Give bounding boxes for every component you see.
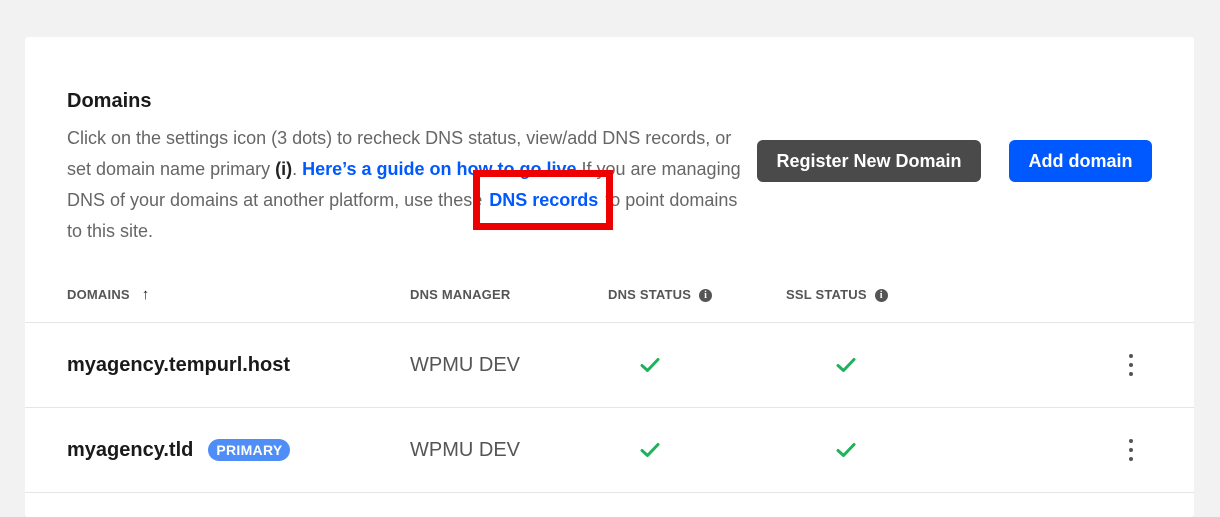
column-header-dns-manager: DNS MANAGER xyxy=(410,285,510,305)
column-header-label: DOMAINS xyxy=(67,287,130,302)
info-marker: (i) xyxy=(275,159,293,179)
column-header-label: SSL STATUS xyxy=(786,287,867,302)
row-menu-cell xyxy=(1125,408,1137,492)
sort-arrow-up-icon[interactable]: ↑ xyxy=(142,285,150,305)
row-menu-cell xyxy=(1125,323,1137,407)
dns-manager-value: WPMU DEV xyxy=(410,353,520,376)
column-header-label: DNS STATUS xyxy=(608,287,692,302)
desc-text: . xyxy=(292,159,303,179)
dns-manager-cell: WPMU DEV xyxy=(410,408,520,492)
domain-cell: myagency.tempurl.host xyxy=(67,323,290,407)
ssl-status-check-icon xyxy=(836,408,856,492)
dns-records-link-label: DNS records xyxy=(487,190,601,210)
column-header-domains[interactable]: DOMAINS ↑ xyxy=(67,285,150,305)
dns-manager-cell: WPMU DEV xyxy=(410,323,520,407)
table-header: DOMAINS ↑ DNS MANAGER DNS STATUS i SSL STA… xyxy=(25,285,1194,323)
divider xyxy=(25,492,1194,493)
more-options-icon[interactable] xyxy=(1125,354,1137,376)
dns-manager-value: WPMU DEV xyxy=(410,438,520,461)
primary-badge: PRIMARY xyxy=(208,439,291,461)
table-row: myagency.tld PRIMARY WPMU DEV xyxy=(25,408,1194,492)
ssl-status-check-icon xyxy=(836,323,856,407)
add-domain-button[interactable]: Add domain xyxy=(1009,140,1152,182)
column-header-ssl-status: SSL STATUS i xyxy=(786,285,888,305)
info-icon[interactable]: i xyxy=(874,289,888,302)
domain-name: myagency.tempurl.host xyxy=(67,353,291,376)
column-header-dns-status: DNS STATUS i xyxy=(608,285,713,305)
dns-status-check-icon xyxy=(640,323,660,407)
dns-status-check-icon xyxy=(640,408,660,492)
domain-cell: myagency.tld PRIMARY xyxy=(67,408,291,492)
info-icon[interactable]: i xyxy=(699,289,713,302)
column-header-label: DNS MANAGER xyxy=(410,287,511,302)
register-new-domain-button[interactable]: Register New Domain xyxy=(757,140,981,182)
domains-description: Click on the settings icon (3 dots) to r… xyxy=(67,123,757,247)
more-options-icon[interactable] xyxy=(1125,439,1137,461)
domains-header: Domains Click on the settings icon (3 do… xyxy=(67,89,757,247)
table-row: myagency.tempurl.host WPMU DEV xyxy=(25,323,1194,407)
domains-card: Domains Click on the settings icon (3 do… xyxy=(25,37,1194,517)
domain-name: myagency.tld xyxy=(67,438,194,461)
dns-records-link[interactable]: DNS records xyxy=(473,170,614,230)
page-title: Domains xyxy=(67,90,152,112)
